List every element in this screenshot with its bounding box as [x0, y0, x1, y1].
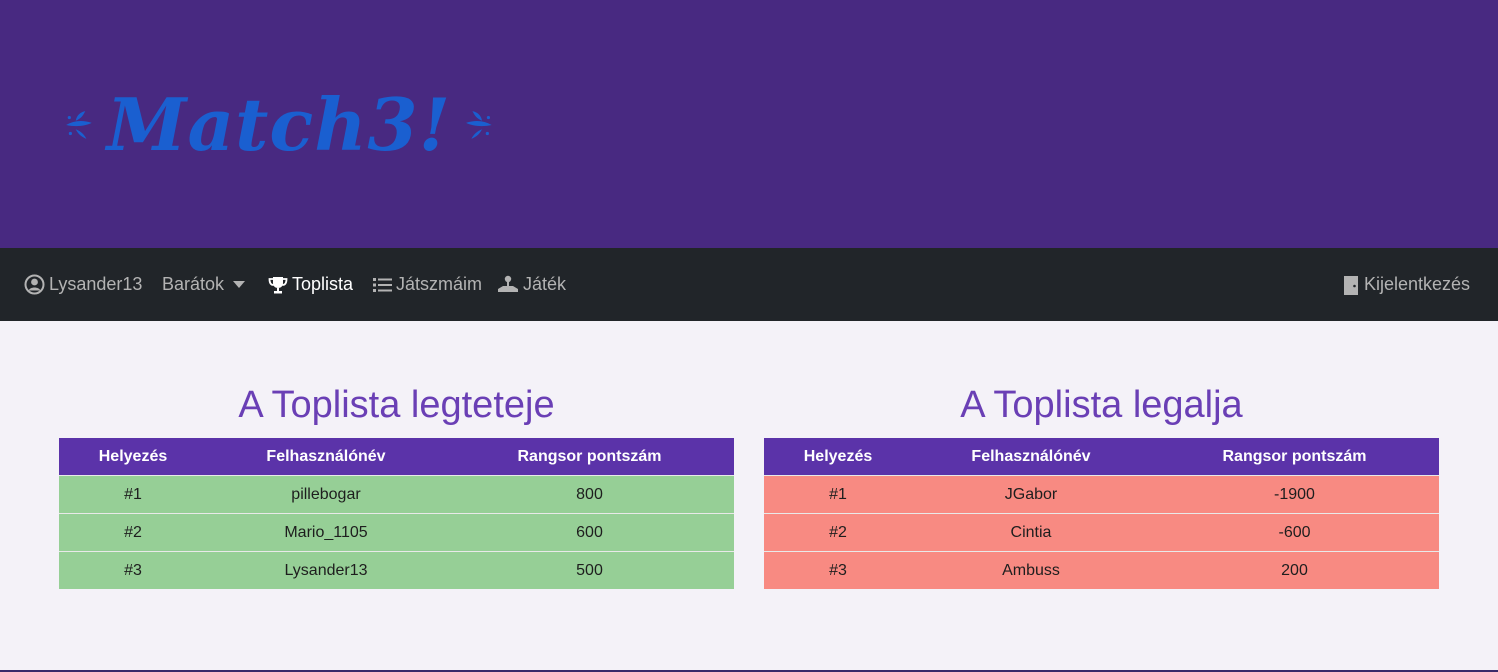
bottom-leaderboard-table: Helyezés Felhasználónév Rangsor pontszám… — [764, 438, 1439, 589]
column-header-score: Rangsor pontszám — [1150, 438, 1439, 476]
bottom-leaderboard-title: A Toplista legalja — [960, 384, 1243, 426]
nav-logout[interactable]: Kijelentkezés — [1342, 248, 1470, 321]
nav-leaderboard-label: Toplista — [292, 274, 354, 294]
bottom-leaderboard: A Toplista legalja Helyezés Felhasználón… — [764, 380, 1439, 589]
nav-play-label: Játék — [523, 274, 567, 294]
nav-my-games-label: Játszmáim — [396, 274, 483, 294]
door-icon — [1342, 275, 1360, 295]
cell-rank: #1 — [59, 475, 207, 514]
cell-username: pillebogar — [207, 475, 445, 514]
nav-friends-label: Barátok — [162, 274, 225, 294]
table-row: #2 Mario_1105 600 — [59, 513, 734, 552]
cell-score: -1900 — [1150, 475, 1439, 514]
nav-leaderboard[interactable]: Toplista — [268, 248, 353, 321]
cell-username: Cintia — [912, 513, 1150, 552]
cell-username: JGabor — [912, 475, 1150, 514]
app-logo[interactable]: Match3! — [64, 80, 494, 170]
column-header-score: Rangsor pontszám — [445, 438, 734, 476]
cell-rank: #2 — [59, 513, 207, 552]
cell-rank: #2 — [764, 513, 912, 552]
table-header-row: Helyezés Felhasználónév Rangsor pontszám — [764, 438, 1439, 476]
cell-score: 200 — [1150, 551, 1439, 589]
list-icon — [373, 277, 392, 293]
logo-text: Match3! — [106, 82, 452, 167]
cell-score: 800 — [445, 475, 734, 514]
nav-play[interactable]: Játék — [497, 248, 566, 321]
column-header-username: Felhasználónév — [912, 438, 1150, 476]
nav-user-label: Lysander13 — [49, 274, 143, 294]
top-leaderboard-table: Helyezés Felhasználónév Rangsor pontszám… — [59, 438, 734, 589]
table-header-row: Helyezés Felhasználónév Rangsor pontszám — [59, 438, 734, 476]
cell-username: Mario_1105 — [207, 513, 445, 552]
cell-username: Ambuss — [912, 551, 1150, 589]
top-leaderboard: A Toplista legteteje Helyezés Felhasznál… — [59, 380, 734, 589]
column-header-rank: Helyezés — [764, 438, 912, 476]
navbar: Lysander13 Barátok Toplista Játszmáim Já… — [0, 248, 1498, 321]
cell-rank: #1 — [764, 475, 912, 514]
splash-left-icon — [66, 111, 92, 139]
nav-my-games[interactable]: Játszmáim — [373, 248, 482, 321]
chevron-down-icon — [233, 281, 246, 288]
cell-rank: #3 — [59, 551, 207, 589]
table-row: #3 Lysander13 500 — [59, 551, 734, 589]
cell-username: Lysander13 — [207, 551, 445, 589]
joystick-icon — [497, 275, 519, 295]
site-header: Match3! — [0, 0, 1498, 248]
table-row: #2 Cintia -600 — [764, 513, 1439, 552]
user-circle-icon — [24, 274, 45, 295]
splash-right-icon — [466, 111, 492, 139]
table-row: #1 pillebogar 800 — [59, 475, 734, 514]
cell-rank: #3 — [764, 551, 912, 589]
column-header-username: Felhasználónév — [207, 438, 445, 476]
cell-score: 600 — [445, 513, 734, 552]
nav-friends-dropdown[interactable]: Barátok — [162, 248, 246, 321]
cell-score: 500 — [445, 551, 734, 589]
nav-logout-label: Kijelentkezés — [1364, 274, 1471, 294]
top-leaderboard-title: A Toplista legteteje — [238, 384, 555, 426]
trophy-icon — [268, 275, 288, 295]
table-row: #1 JGabor -1900 — [764, 475, 1439, 514]
nav-user-profile[interactable]: Lysander13 — [24, 248, 142, 321]
table-row: #3 Ambuss 200 — [764, 551, 1439, 589]
column-header-rank: Helyezés — [59, 438, 207, 476]
cell-score: -600 — [1150, 513, 1439, 552]
